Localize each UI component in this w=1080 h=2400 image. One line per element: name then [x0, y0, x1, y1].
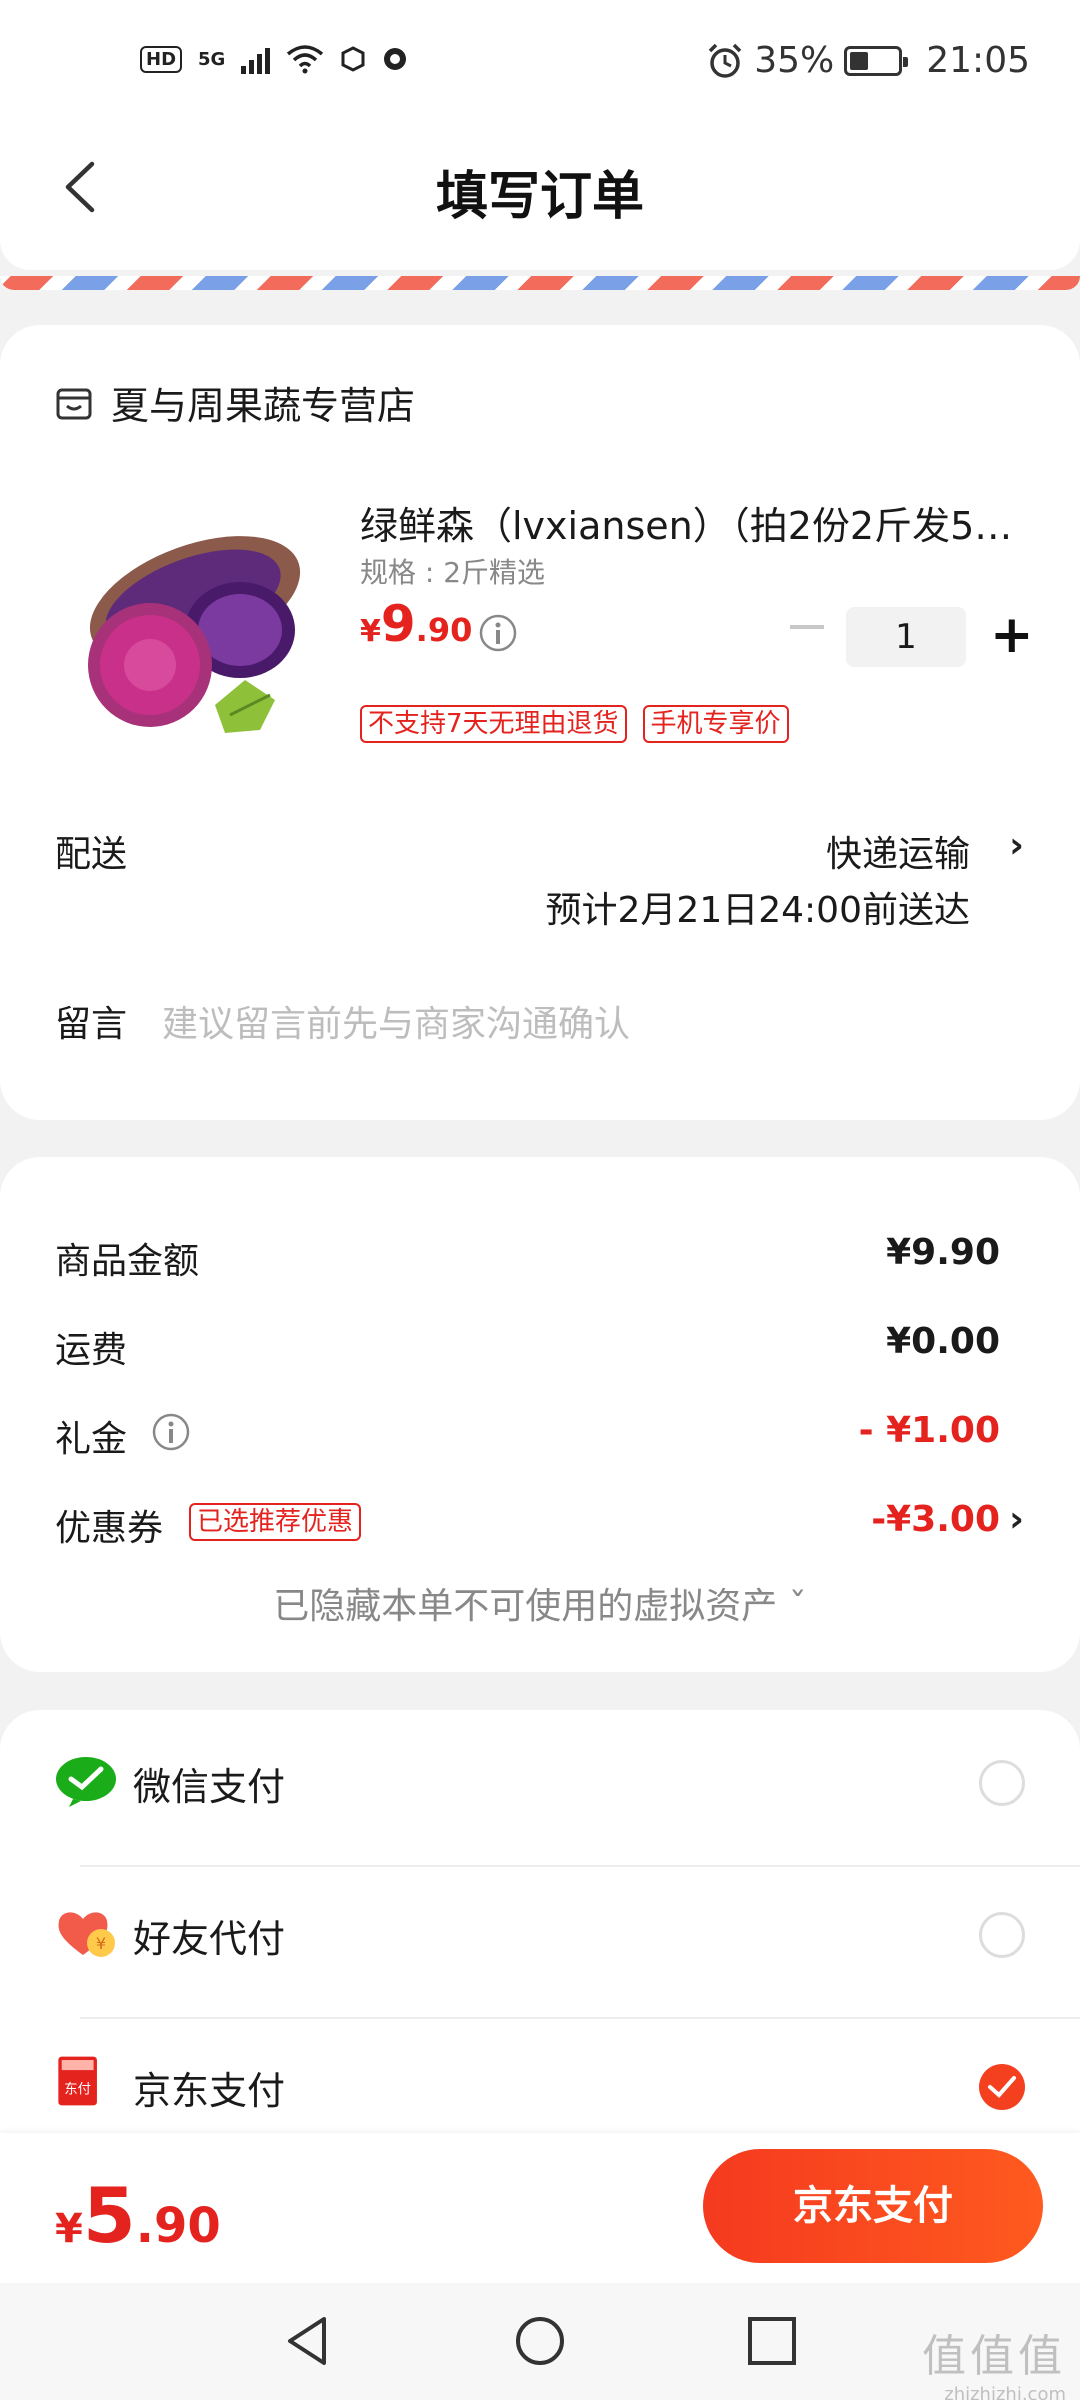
- shipping-row: 运费 ¥0.00: [55, 1321, 1080, 1381]
- hexagon-app-icon: [341, 46, 365, 72]
- shipping-label: 运费: [55, 1330, 128, 1371]
- product-image[interactable]: [55, 505, 320, 745]
- tag-mobile-price: 手机专享价: [642, 705, 789, 743]
- payment-label-friend: 好友代付: [133, 1917, 286, 1961]
- battery-icon: [844, 45, 909, 76]
- radio-friend[interactable]: [979, 1912, 1025, 1958]
- price-integer: 9: [380, 595, 416, 653]
- product-tags: 不支持7天无理由退货 手机专享价: [360, 705, 789, 743]
- nav-back-icon[interactable]: [280, 2313, 336, 2369]
- status-bar: HD 5G 35% 21:05: [0, 0, 1080, 130]
- gift-value: - ¥1.00: [858, 1410, 1000, 1451]
- goods-amount-row: 商品金额 ¥9.90: [55, 1232, 1080, 1292]
- quantity-increase-button[interactable]: +: [990, 605, 1034, 665]
- gift-info-icon[interactable]: [151, 1412, 191, 1452]
- hidden-assets-toggle[interactable]: 已隐藏本单不可使用的虚拟资产 ˇ: [0, 1577, 1080, 1629]
- info-icon[interactable]: [478, 613, 518, 653]
- svg-text:东付: 东付: [64, 2082, 91, 2098]
- product-title[interactable]: 绿鲜森（lvxiansen）（拍2份2斤发5…: [360, 495, 1020, 550]
- nav-recents-icon[interactable]: [744, 2313, 800, 2369]
- hd-badge: HD: [140, 45, 183, 73]
- goods-amount-label: 商品金额: [55, 1241, 200, 1282]
- message-input[interactable]: 建议留言前先与商家沟通确认: [162, 995, 630, 1047]
- delivery-eta: 预计2月21日24:00前送达: [545, 890, 970, 931]
- fees-card: 商品金额 ¥9.90 运费 ¥0.00 礼金 - ¥1.00 优惠券 已选推荐优…: [0, 1157, 1080, 1672]
- check-icon: [988, 2076, 1016, 2098]
- price-decimal: .90: [415, 611, 473, 649]
- total-decimal: .90: [135, 2198, 221, 2254]
- coupon-value: -¥3.00: [871, 1499, 1000, 1540]
- quantity-input[interactable]: 1: [846, 607, 966, 667]
- price-currency: ¥: [360, 614, 381, 649]
- quantity-decrease-button[interactable]: [790, 625, 824, 629]
- delivery-mode[interactable]: 快递运输: [826, 825, 970, 877]
- alarm-icon: [708, 43, 742, 78]
- coupon-label: 优惠券: [55, 1508, 164, 1549]
- wifi-icon: [287, 45, 324, 74]
- circle-app-icon: [384, 48, 407, 70]
- store-name: 夏与周果蔬专营店: [111, 384, 416, 428]
- watermark-url: zhizhizhi.com: [944, 2384, 1066, 2400]
- coupon-chevron-icon[interactable]: ›: [1009, 1499, 1024, 1540]
- battery-percent: 35%: [754, 40, 835, 81]
- product-price: ¥9.90: [360, 595, 472, 653]
- header: 填写订单: [0, 130, 1080, 270]
- status-left-icons: HD 5G: [140, 44, 408, 74]
- gift-row: 礼金 - ¥1.00: [55, 1410, 1080, 1470]
- system-nav-bar: 值值值 zhizhizhi.com: [0, 2283, 1080, 2400]
- jd-pay-icon: 东付: [58, 2056, 97, 2106]
- network-type: 5G: [198, 48, 226, 70]
- product-spec: 规格 : 2斤精选: [360, 556, 546, 589]
- payment-option-wechat[interactable]: 微信支付: [55, 1710, 1025, 1850]
- watermark: 值值值 zhizhizhi.com: [922, 2320, 1066, 2400]
- payment-label-wechat: 微信支付: [133, 1765, 286, 1809]
- watermark-logo: 值值值: [922, 2331, 1066, 2382]
- message-label: 留言: [55, 1004, 128, 1045]
- bottom-bar: ¥5.90 京东支付: [0, 2133, 1080, 2283]
- coupon-row[interactable]: 优惠券 已选推荐优惠 -¥3.00 ›: [55, 1499, 1080, 1559]
- gift-label: 礼金: [55, 1419, 128, 1460]
- clock: 21:05: [926, 40, 1030, 81]
- airmail-border: [0, 276, 1080, 290]
- friend-pay-icon: ¥: [58, 1912, 115, 1957]
- submit-pay-button[interactable]: 京东支付: [703, 2149, 1043, 2263]
- delivery-chevron-icon[interactable]: ›: [1009, 825, 1024, 866]
- store-row[interactable]: 夏与周果蔬专营店: [55, 375, 415, 430]
- total-integer: 5: [82, 2171, 136, 2260]
- coupon-tag: 已选推荐优惠: [189, 1503, 362, 1541]
- total-price: ¥5.90: [55, 2171, 221, 2260]
- nav-home-icon[interactable]: [512, 2313, 568, 2369]
- radio-jd-checked[interactable]: [979, 2064, 1025, 2110]
- store-icon: [56, 388, 92, 419]
- tag-no-return: 不支持7天无理由退货: [360, 705, 627, 743]
- radio-wechat[interactable]: [979, 1760, 1025, 1806]
- page-title: 填写订单: [435, 167, 644, 227]
- signal-icon: [241, 44, 271, 74]
- goods-amount-value: ¥9.90: [886, 1232, 1000, 1273]
- svg-text:¥: ¥: [96, 1934, 106, 1953]
- payment-label-jd: 京东支付: [133, 2069, 286, 2113]
- total-currency: ¥: [55, 2206, 83, 2252]
- delivery-label: 配送: [55, 834, 128, 875]
- status-right-icons: 35% 21:05: [706, 40, 1030, 81]
- payment-option-friend[interactable]: ¥ 好友代付: [55, 1862, 1025, 2002]
- wechat-pay-icon: [56, 1757, 116, 1807]
- shipping-value: ¥0.00: [886, 1321, 1000, 1362]
- order-card: 夏与周果蔬专营店 绿鲜森（lvxiansen）（拍2份2斤发5… 规格 : 2斤…: [0, 325, 1080, 1120]
